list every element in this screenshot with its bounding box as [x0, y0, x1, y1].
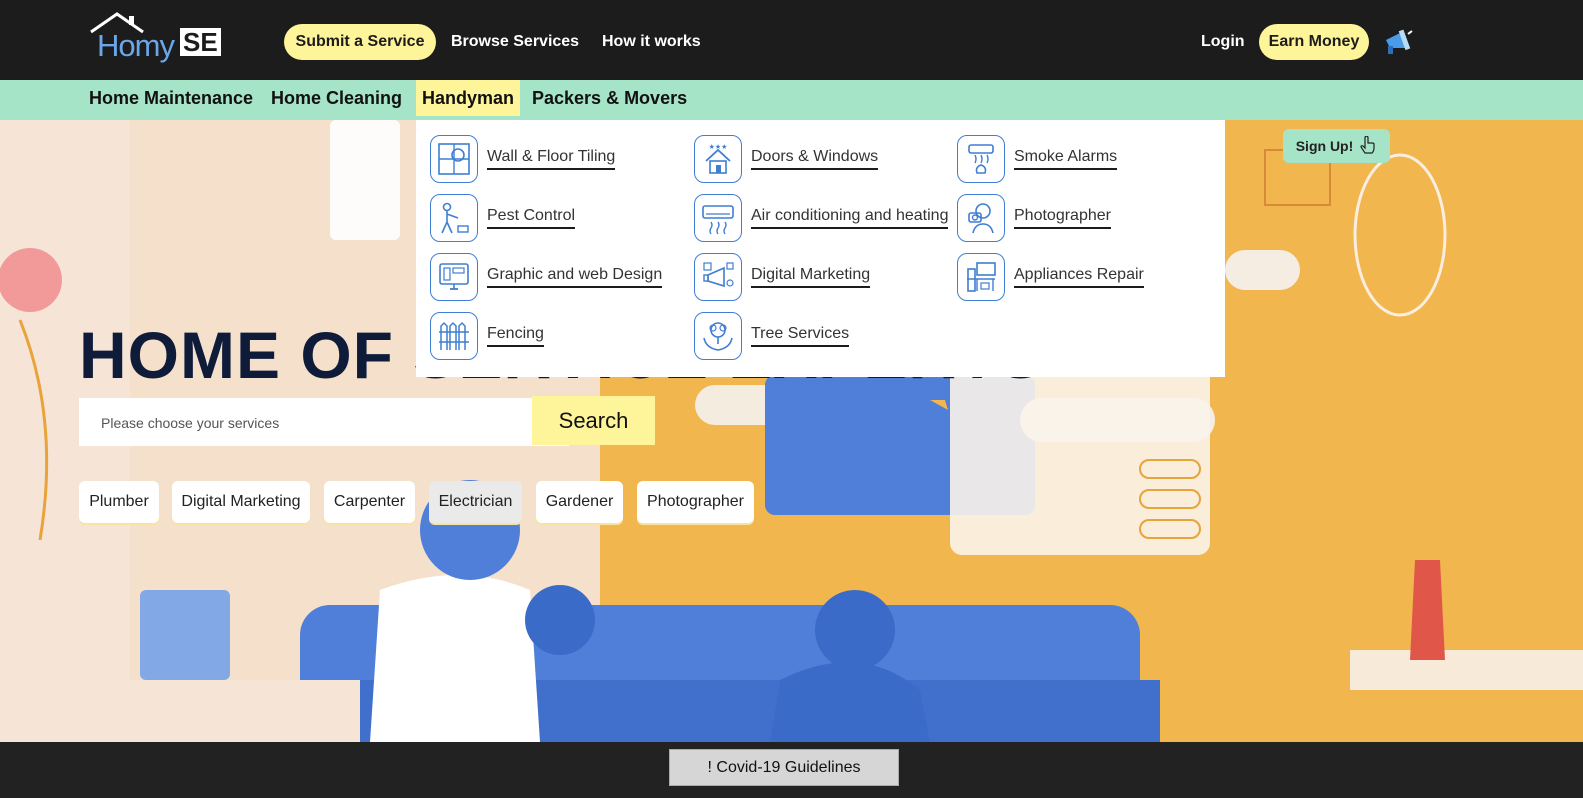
- dropdown-item-graphic-web-design[interactable]: Graphic and web Design: [430, 253, 663, 301]
- signup-label: Sign Up!: [1295, 138, 1354, 154]
- signup-button[interactable]: Sign Up!: [1283, 129, 1390, 163]
- chip-photographer[interactable]: Photographer: [637, 481, 754, 523]
- tree-hands-icon: [694, 312, 742, 360]
- dropdown-item-fencing[interactable]: Fencing: [430, 312, 544, 360]
- category-packers-movers[interactable]: Packers & Movers: [526, 80, 693, 116]
- category-handyman[interactable]: Handyman: [416, 80, 521, 116]
- earn-money-button[interactable]: Earn Money: [1259, 24, 1369, 60]
- chip-electrician[interactable]: Electrician: [429, 481, 522, 523]
- dropdown-label: Doors & Windows: [751, 148, 879, 170]
- house-stars-icon: ★★★: [694, 135, 742, 183]
- megaphone-icon[interactable]: [1382, 26, 1414, 58]
- top-navbar: Homy SE Submit a Service Browse Services…: [0, 0, 1583, 80]
- air-conditioner-icon: [694, 194, 742, 242]
- homyse-logo[interactable]: Homy SE: [87, 10, 222, 63]
- dropdown-label: Tree Services: [751, 325, 850, 347]
- dropdown-label: Digital Marketing: [751, 266, 871, 288]
- photographer-icon: [957, 194, 1005, 242]
- dropdown-item-doors-windows[interactable]: ★★★ Doors & Windows: [694, 135, 879, 183]
- dropdown-item-air-conditioning[interactable]: Air conditioning and heating: [694, 194, 949, 242]
- dropdown-item-photographer[interactable]: Photographer: [957, 194, 1111, 242]
- dropdown-label: Appliances Repair: [1014, 266, 1144, 288]
- smoke-alarm-icon: [957, 135, 1005, 183]
- category-home-cleaning[interactable]: Home Cleaning: [265, 80, 408, 116]
- dropdown-item-tree-services[interactable]: Tree Services: [694, 312, 850, 360]
- pest-control-icon: [430, 194, 478, 242]
- pointer-hand-icon: [1360, 136, 1375, 154]
- logo-text-homy: Homy: [97, 28, 175, 63]
- dropdown-label: Photographer: [1014, 207, 1111, 229]
- category-bar: Home Maintenance Home Cleaning Handyman …: [0, 80, 1583, 120]
- dropdown-item-digital-marketing[interactable]: Digital Marketing: [694, 253, 871, 301]
- dropdown-item-wall-floor-tiling[interactable]: Wall & Floor Tiling: [430, 135, 616, 183]
- dropdown-label: Fencing: [487, 325, 544, 347]
- how-it-works-link[interactable]: How it works: [602, 33, 701, 51]
- submit-service-button[interactable]: Submit a Service: [284, 24, 436, 60]
- dropdown-label: Wall & Floor Tiling: [487, 148, 616, 170]
- dropdown-label: Pest Control: [487, 207, 576, 229]
- appliances-icon: [957, 253, 1005, 301]
- logo-text-se: SE: [180, 28, 221, 56]
- fence-icon: [430, 312, 478, 360]
- service-search-input[interactable]: [99, 398, 553, 448]
- dropdown-label: Smoke Alarms: [1014, 148, 1118, 170]
- web-design-icon: [430, 253, 478, 301]
- tiling-icon: [430, 135, 478, 183]
- dropdown-item-appliances-repair[interactable]: Appliances Repair: [957, 253, 1144, 301]
- covid-guidelines-button[interactable]: ! Covid-19 Guidelines: [669, 749, 899, 786]
- dropdown-item-pest-control[interactable]: Pest Control: [430, 194, 576, 242]
- handyman-dropdown-menu: Wall & Floor Tiling ★★★ Doors & Windows …: [416, 120, 1225, 377]
- chip-carpenter[interactable]: Carpenter: [324, 481, 415, 523]
- svg-text:★★★: ★★★: [709, 143, 728, 151]
- search-box: [79, 398, 569, 448]
- marketing-icon: [694, 253, 742, 301]
- login-link[interactable]: Login: [1201, 33, 1245, 51]
- dropdown-label: Graphic and web Design: [487, 266, 663, 288]
- chip-gardener[interactable]: Gardener: [536, 481, 623, 523]
- chip-plumber[interactable]: Plumber: [79, 481, 159, 523]
- dropdown-item-smoke-alarms[interactable]: Smoke Alarms: [957, 135, 1118, 183]
- category-home-maintenance[interactable]: Home Maintenance: [83, 80, 259, 116]
- dropdown-label: Air conditioning and heating: [751, 207, 949, 229]
- chip-digital-marketing[interactable]: Digital Marketing: [172, 481, 310, 523]
- search-button[interactable]: Search: [532, 396, 655, 445]
- browse-services-link[interactable]: Browse Services: [451, 33, 579, 51]
